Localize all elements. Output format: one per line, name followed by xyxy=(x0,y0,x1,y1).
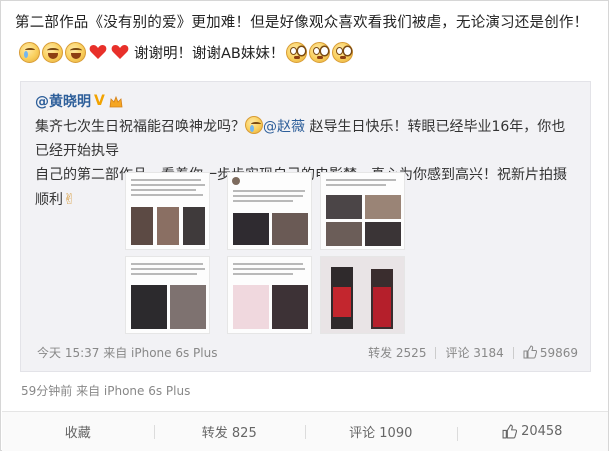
wide-eyed-face-icon xyxy=(309,41,331,63)
tear-face-icon xyxy=(245,116,263,134)
laugh-face-icon xyxy=(65,41,86,63)
thumbs-up-icon xyxy=(502,424,518,439)
post-thanks-text: 谢谢明！谢谢AB妹妹！ xyxy=(134,45,285,62)
repost-stats: 转发 2525 评论 3184 59869 xyxy=(368,344,578,361)
image-thumbnail[interactable] xyxy=(125,172,210,250)
weibo-post-card: 第二部作品《没有别的爱》更加难！但是好像观众喜欢看我们被虐，无论演习还是创作！ … xyxy=(0,0,609,451)
repost-author-link[interactable]: @黄晓明 xyxy=(35,91,91,111)
image-grid xyxy=(125,172,485,412)
comment-count-link[interactable]: 评论 3184 xyxy=(445,344,503,361)
like-count: 59869 xyxy=(539,346,578,360)
wide-eyed-face-icon xyxy=(286,41,308,63)
repost-text-a: 集齐七次生日祝福能召唤神龙吗？ xyxy=(35,119,245,135)
post-text: 第二部作品《没有别的爱》更加难！但是好像观众喜欢看我们被虐，无论演习还是创作！ xyxy=(15,15,589,31)
victory-hand-icon: ✌ xyxy=(63,190,76,208)
repost-label: 转发 825 xyxy=(201,426,257,441)
mention-link[interactable]: @赵薇 xyxy=(263,119,305,135)
verified-badge-icon: V xyxy=(94,93,105,109)
repost-button[interactable]: 转发 825 xyxy=(153,422,306,441)
like-button[interactable]: 20458 xyxy=(456,424,609,441)
repost-count-link[interactable]: 转发 2525 xyxy=(368,344,426,361)
comment-label: 评论 1090 xyxy=(349,426,413,441)
wide-eyed-face-icon xyxy=(332,41,354,63)
divider xyxy=(512,346,514,359)
action-bar: 收藏 转发 825 评论 1090 20458 xyxy=(2,411,608,451)
like-count-link[interactable]: 59869 xyxy=(523,345,578,360)
post-meta: 59分钟前 来自 iPhone 6s Plus xyxy=(21,384,191,398)
laugh-face-icon xyxy=(42,41,63,63)
image-thumbnail[interactable] xyxy=(125,256,210,334)
image-thumbnail[interactable] xyxy=(320,256,405,334)
repost-author: @黄晓明 V xyxy=(35,91,124,111)
thumbs-up-icon xyxy=(523,345,537,359)
reposted-content[interactable]: @黄晓明 V 集齐七次生日祝福能召唤神龙吗？ @赵薇 赵导生日快乐！转眼已经毕业1… xyxy=(20,81,591,372)
red-heart-icon xyxy=(88,42,108,62)
favorite-label: 收藏 xyxy=(64,426,91,441)
repost-meta: 今天 15:37 来自 iPhone 6s Plus xyxy=(37,346,218,360)
post-emoji-row: 谢谢明！谢谢AB妹妹！ xyxy=(19,39,354,65)
comment-button[interactable]: 评论 1090 xyxy=(305,422,457,441)
image-thumbnail[interactable] xyxy=(227,172,312,250)
image-thumbnail[interactable] xyxy=(320,172,405,250)
favorite-button[interactable]: 收藏 xyxy=(2,422,154,441)
vip-member-icon xyxy=(108,94,124,109)
tear-face-icon xyxy=(19,41,40,63)
red-heart-icon xyxy=(110,42,130,62)
image-thumbnail[interactable] xyxy=(227,256,312,334)
divider xyxy=(435,346,437,359)
like-label: 20458 xyxy=(521,424,563,439)
